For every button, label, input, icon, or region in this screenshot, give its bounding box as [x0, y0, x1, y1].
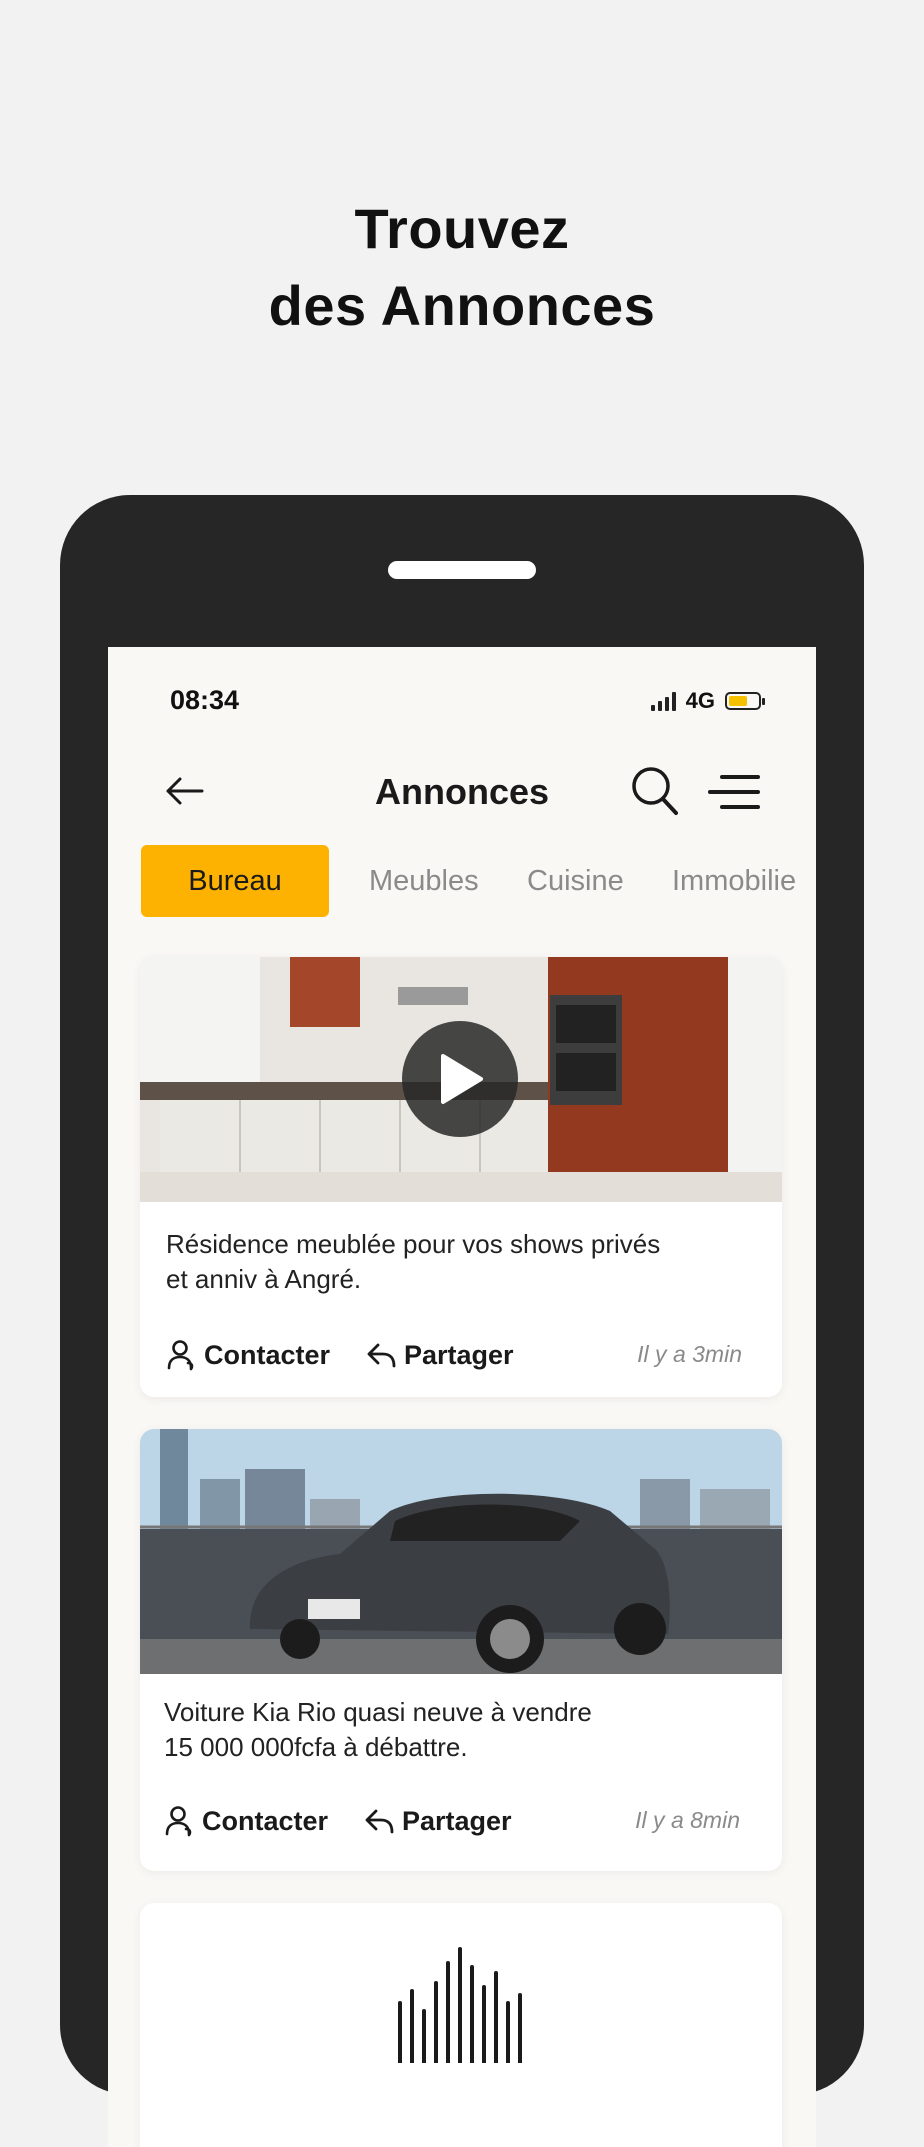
status-bar: 08:34 4G: [108, 647, 816, 747]
search-icon[interactable]: [630, 765, 680, 817]
signal-icon: [650, 691, 676, 711]
contact-label: Contacter: [204, 1339, 331, 1370]
audio-waveform-icon: [398, 1947, 522, 2063]
app-bar: Annonces: [108, 747, 816, 839]
listing-card[interactable]: [140, 1903, 782, 2147]
contact-button[interactable]: Contacter: [166, 1335, 330, 1375]
listing-card[interactable]: Voiture Kia Rio quasi neuve à vendre 15 …: [140, 1429, 782, 1871]
status-time: 08:34: [170, 685, 240, 715]
page-headline: Trouvez des Annonces: [0, 190, 924, 344]
contact-button[interactable]: Contacter: [164, 1801, 328, 1841]
status-indicators: 4G: [650, 688, 765, 713]
play-icon: [441, 1054, 483, 1104]
contact-label: Contacter: [202, 1805, 329, 1836]
share-button[interactable]: Partager: [366, 1335, 514, 1375]
listing-actions: Contacter Partager Il y a 3min: [166, 1335, 756, 1375]
reply-arrow-icon: [367, 1343, 396, 1368]
tab-meubles[interactable]: Meubles: [369, 845, 479, 917]
tab-immobilier[interactable]: Immobilie: [672, 845, 796, 917]
listing-time: Il y a 8min: [635, 1807, 740, 1833]
phone-screen: 08:34 4G Annonces Bureau Meubles Cuisine…: [108, 647, 816, 2147]
share-label: Partager: [404, 1339, 514, 1370]
listing-description: Voiture Kia Rio quasi neuve à vendre 15 …: [164, 1697, 592, 1762]
headline-line-2: des Annonces: [268, 274, 656, 337]
contact-icon: [167, 1340, 194, 1371]
listing-actions: Contacter Partager Il y a 8min: [164, 1801, 754, 1841]
share-label: Partager: [402, 1805, 512, 1836]
menu-icon[interactable]: [708, 773, 760, 811]
listing-description: Résidence meublée pour vos shows privés …: [166, 1229, 661, 1294]
phone-mockup: 08:34 4G Annonces Bureau Meubles Cuisine…: [60, 495, 864, 2147]
tab-cuisine[interactable]: Cuisine: [527, 845, 624, 917]
network-label: 4G: [685, 688, 715, 713]
listing-time: Il y a 3min: [637, 1341, 742, 1367]
listing-photo[interactable]: [140, 1429, 782, 1674]
battery-icon: [725, 692, 765, 710]
listing-video-thumbnail[interactable]: [140, 957, 782, 1202]
phone-speaker: [388, 561, 536, 579]
listing-card[interactable]: Résidence meublée pour vos shows privés …: [140, 957, 782, 1397]
contact-icon: [165, 1806, 192, 1837]
play-button[interactable]: [402, 1021, 518, 1137]
share-button[interactable]: Partager: [364, 1801, 512, 1841]
reply-arrow-icon: [365, 1809, 394, 1834]
headline-line-1: Trouvez: [354, 197, 570, 260]
tab-bureau[interactable]: Bureau: [141, 845, 329, 917]
car-image: [140, 1429, 782, 1674]
